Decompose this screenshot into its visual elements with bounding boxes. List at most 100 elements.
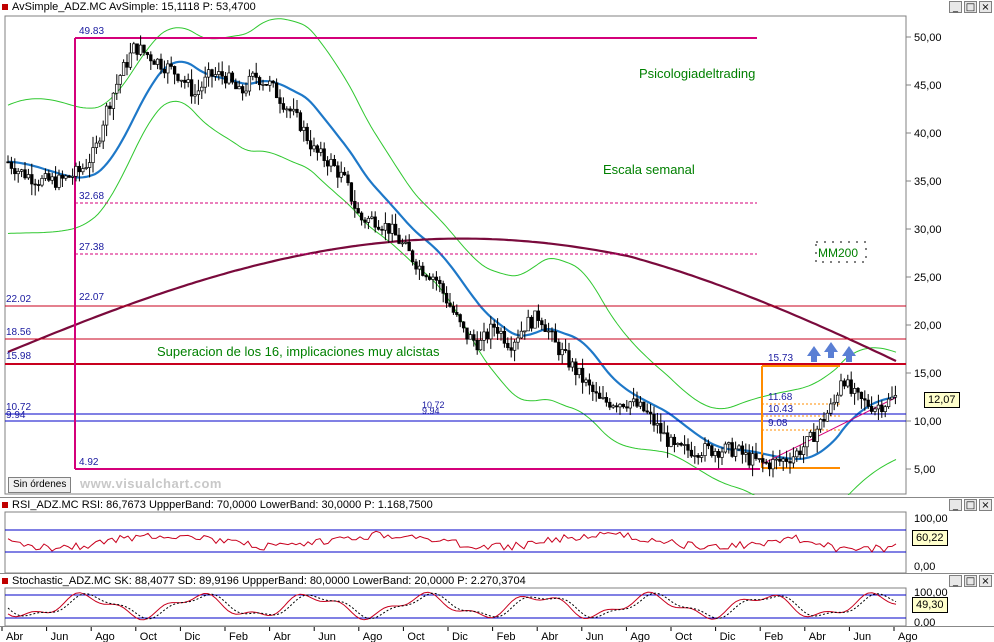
candle xyxy=(533,310,537,329)
candle xyxy=(390,214,394,242)
level-label-15-98: 15.98 xyxy=(6,351,31,362)
candle xyxy=(747,444,751,469)
candle xyxy=(268,75,272,92)
price-y-label: 30,00 xyxy=(914,224,942,236)
candle xyxy=(359,211,364,226)
candle xyxy=(628,400,632,415)
candle xyxy=(757,458,762,463)
candle xyxy=(118,74,122,94)
level-label-10-43: 10.43 xyxy=(768,404,793,415)
candle xyxy=(278,89,282,114)
candle xyxy=(60,170,65,188)
candle xyxy=(645,403,649,415)
price-chart[interactable]: 49.83 32.68 27.38 22.07 22.02 18.56 15.9… xyxy=(0,0,994,495)
scale-annotation[interactable]: Escala semanal xyxy=(603,162,695,177)
candle xyxy=(91,136,95,173)
candle xyxy=(421,262,425,277)
candle xyxy=(611,403,615,409)
candle xyxy=(723,441,728,454)
candle xyxy=(468,330,473,340)
candle xyxy=(475,331,479,355)
level-label-4-92: 4.92 xyxy=(79,457,99,468)
candle xyxy=(383,212,388,241)
price-y-label: 5,00 xyxy=(914,464,935,476)
candle xyxy=(859,391,864,409)
candle xyxy=(625,399,629,412)
candle xyxy=(808,430,813,438)
date-label: Feb xyxy=(229,631,248,642)
candle xyxy=(336,161,340,188)
level-label-22-02: 22.02 xyxy=(6,294,31,305)
no-orders-button[interactable]: Sin órdenes xyxy=(8,477,72,493)
candle xyxy=(441,280,445,303)
candle xyxy=(152,58,156,65)
candle xyxy=(791,447,796,468)
candle xyxy=(866,394,870,409)
candle xyxy=(584,377,588,387)
candle xyxy=(567,342,571,371)
candle xyxy=(132,41,136,54)
last-price-box: 12,07 xyxy=(924,392,960,408)
candle xyxy=(356,202,360,214)
candle xyxy=(730,437,734,458)
price-y-label: 45,00 xyxy=(914,80,942,92)
candle xyxy=(659,413,663,442)
stochastic-chart[interactable]: 100,00 0,00 xyxy=(0,574,994,627)
date-label: Jun xyxy=(586,631,604,642)
candle xyxy=(206,62,211,87)
candle xyxy=(417,260,422,280)
candle xyxy=(101,120,105,149)
candle xyxy=(36,179,41,192)
date-label: Abr xyxy=(274,631,291,642)
candle xyxy=(220,61,224,85)
candle xyxy=(713,448,717,463)
candle xyxy=(366,215,371,230)
candle xyxy=(856,387,860,401)
candle xyxy=(618,403,622,415)
candle xyxy=(427,273,432,281)
price-y-label: 10,00 xyxy=(914,416,942,428)
candle xyxy=(397,228,401,245)
breakout-annotation[interactable]: Superacion de los 16, implicaciones muy … xyxy=(157,344,440,359)
candle xyxy=(846,374,850,389)
candle xyxy=(563,339,568,354)
date-label: Ago xyxy=(363,631,383,642)
candle xyxy=(332,154,337,167)
candle xyxy=(529,315,534,332)
candle xyxy=(33,178,37,196)
candle xyxy=(40,175,44,188)
rsi-chart[interactable]: 100,00 0,00 xyxy=(0,498,994,574)
candle xyxy=(223,72,228,89)
date-label: Abr xyxy=(809,631,826,642)
candle xyxy=(798,445,802,460)
candle xyxy=(189,69,194,104)
candle xyxy=(886,393,891,409)
level-label-18-56: 18.56 xyxy=(6,327,31,338)
candle xyxy=(710,444,714,458)
candle xyxy=(591,381,595,401)
candle xyxy=(176,73,180,83)
candle xyxy=(9,156,14,175)
candle xyxy=(125,54,129,76)
candle xyxy=(53,166,58,191)
price-y-label: 35,00 xyxy=(914,176,942,188)
brand-annotation[interactable]: Psicologiadeltrading xyxy=(639,66,755,81)
ma-label[interactable]: MM200 xyxy=(818,246,858,260)
candle xyxy=(172,65,177,85)
level-label-32-68: 32.68 xyxy=(79,191,104,202)
candle xyxy=(104,102,109,137)
candle xyxy=(70,168,75,185)
candle xyxy=(890,386,894,401)
candle xyxy=(662,421,666,435)
price-y-label: 15,00 xyxy=(914,368,942,380)
level-label-22-07: 22.07 xyxy=(79,292,104,303)
level-label-27-38: 27.38 xyxy=(79,242,104,253)
candle xyxy=(183,75,187,89)
candle xyxy=(111,92,116,120)
candle xyxy=(478,331,483,351)
candle xyxy=(740,441,745,464)
candle xyxy=(257,75,262,91)
date-label: Oct xyxy=(675,631,692,642)
candle xyxy=(291,98,296,116)
arrow-up-icon[interactable] xyxy=(807,342,856,362)
